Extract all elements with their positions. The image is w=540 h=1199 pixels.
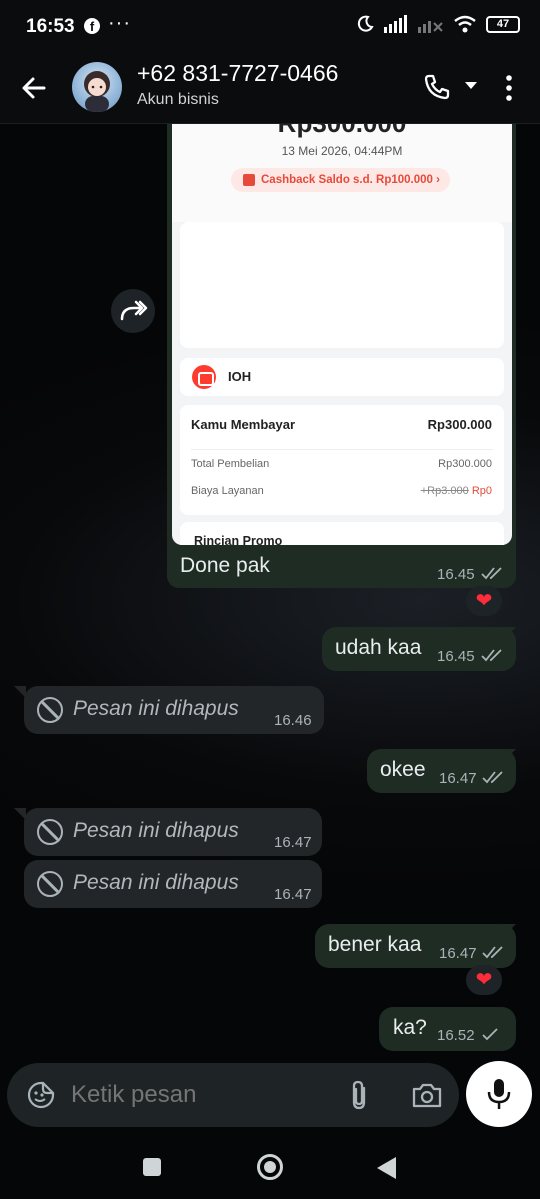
double-check-icon [481, 567, 502, 580]
message-text: okee [380, 758, 426, 781]
avatar[interactable] [72, 62, 122, 112]
system-nav-bar [0, 1134, 540, 1199]
message-text: udah kaa [335, 636, 422, 659]
status-more: ··· [108, 12, 131, 34]
message-time: 16.47 [274, 886, 312, 903]
message-text: bener kaa [328, 933, 422, 956]
ioh-logo-icon [192, 365, 216, 389]
provider-name: IOH [228, 369, 252, 384]
status-time: 16:53 [26, 16, 75, 37]
divider [191, 449, 493, 450]
forward-icon [120, 300, 148, 321]
message-time: 16.52 [437, 1027, 475, 1044]
contact-name[interactable]: +62 831-7727-0466 [137, 60, 338, 87]
reaction-heart[interactable]: ❤ [466, 586, 502, 616]
single-check-icon [482, 1028, 498, 1041]
voice-record-button[interactable] [466, 1061, 532, 1127]
reaction-heart[interactable]: ❤ [466, 965, 502, 995]
battery-level: 47 [496, 17, 510, 30]
chat-header: +62 831-7727-0466 Akun bisnis [0, 52, 540, 124]
double-check-icon [481, 649, 502, 662]
receipt-blank-card [180, 222, 504, 348]
receipt-amount: Rp300.000 [172, 124, 512, 139]
message-text: ka? [393, 1016, 427, 1039]
receipt-header: Rp300.000 13 Mei 2026, 04:44PM Cashback … [172, 124, 512, 222]
phone-icon[interactable] [422, 72, 452, 102]
back-arrow-icon[interactable] [18, 72, 50, 104]
fee-value: Rp0 [471, 485, 492, 497]
fee-values: +Rp3.000 Rp0 [421, 485, 492, 497]
bubble-tail [504, 749, 516, 761]
battery-icon: 47 [486, 15, 520, 33]
cashback-text: Cashback Saldo s.d. Rp100.000 › [261, 174, 440, 186]
moon-icon [357, 15, 374, 32]
call-options-chevron-icon[interactable] [465, 82, 477, 89]
provider-card: IOH [180, 358, 504, 396]
forward-button[interactable] [111, 289, 155, 333]
status-icons: 47 [356, 15, 520, 33]
message-time: 16.47 [439, 770, 477, 787]
wifi-icon [454, 15, 476, 33]
contact-subtitle: Akun bisnis [137, 91, 219, 108]
total-value: Rp300.000 [438, 458, 492, 470]
deleted-icon [37, 697, 63, 723]
microphone-icon [487, 1079, 511, 1109]
message-text: Done pak [180, 554, 270, 577]
receipt-date: 13 Mei 2026, 04:44PM [281, 144, 403, 158]
paid-label: Kamu Membayar [191, 417, 296, 432]
message-time: 16.46 [274, 712, 312, 729]
bubble-tail [504, 924, 516, 936]
attachment-icon[interactable] [345, 1079, 375, 1111]
more-vertical-icon[interactable] [504, 74, 514, 102]
message-time: 16.47 [274, 834, 312, 851]
message-time: 16.45 [437, 566, 475, 583]
promo-title: Rincian Promo [194, 534, 283, 545]
message-time: 16.45 [437, 648, 475, 665]
signal-off-icon [418, 21, 443, 33]
avatar-illustration [84, 71, 110, 112]
deleted-message-text: Pesan ini dihapus [73, 871, 239, 894]
deleted-icon [37, 819, 63, 845]
deleted-icon [37, 871, 63, 897]
double-check-icon [482, 771, 503, 784]
sticker-emoji-icon[interactable] [27, 1081, 55, 1109]
home-button[interactable] [257, 1154, 283, 1180]
gift-icon [243, 174, 255, 186]
double-check-icon [482, 946, 503, 959]
message-composer [7, 1063, 459, 1127]
message-input[interactable] [71, 1081, 331, 1109]
camera-icon[interactable] [411, 1081, 443, 1109]
status-bar: 16:53 f ··· 47 [0, 0, 540, 52]
facebook-icon: f [84, 18, 100, 34]
receipt-screenshot[interactable]: Rp300.000 13 Mei 2026, 04:44PM Cashback … [172, 124, 512, 545]
cashback-badge: Cashback Saldo s.d. Rp100.000 › [231, 168, 450, 192]
total-label: Total Pembelian [191, 458, 270, 470]
paid-value: Rp300.000 [427, 417, 492, 432]
fee-label: Biaya Layanan [191, 485, 264, 497]
payment-card: Kamu Membayar Rp300.000 Total Pembelian … [180, 405, 504, 515]
recents-button[interactable] [143, 1158, 161, 1176]
deleted-message-text: Pesan ini dihapus [73, 819, 239, 842]
message-time: 16.47 [439, 945, 477, 962]
fee-old: +Rp3.000 [420, 485, 469, 497]
back-button[interactable] [377, 1157, 396, 1179]
deleted-message-text: Pesan ini dihapus [73, 697, 239, 720]
signal-icon [384, 15, 407, 33]
promo-card: Rincian Promo [180, 522, 504, 545]
bubble-tail [504, 627, 516, 639]
